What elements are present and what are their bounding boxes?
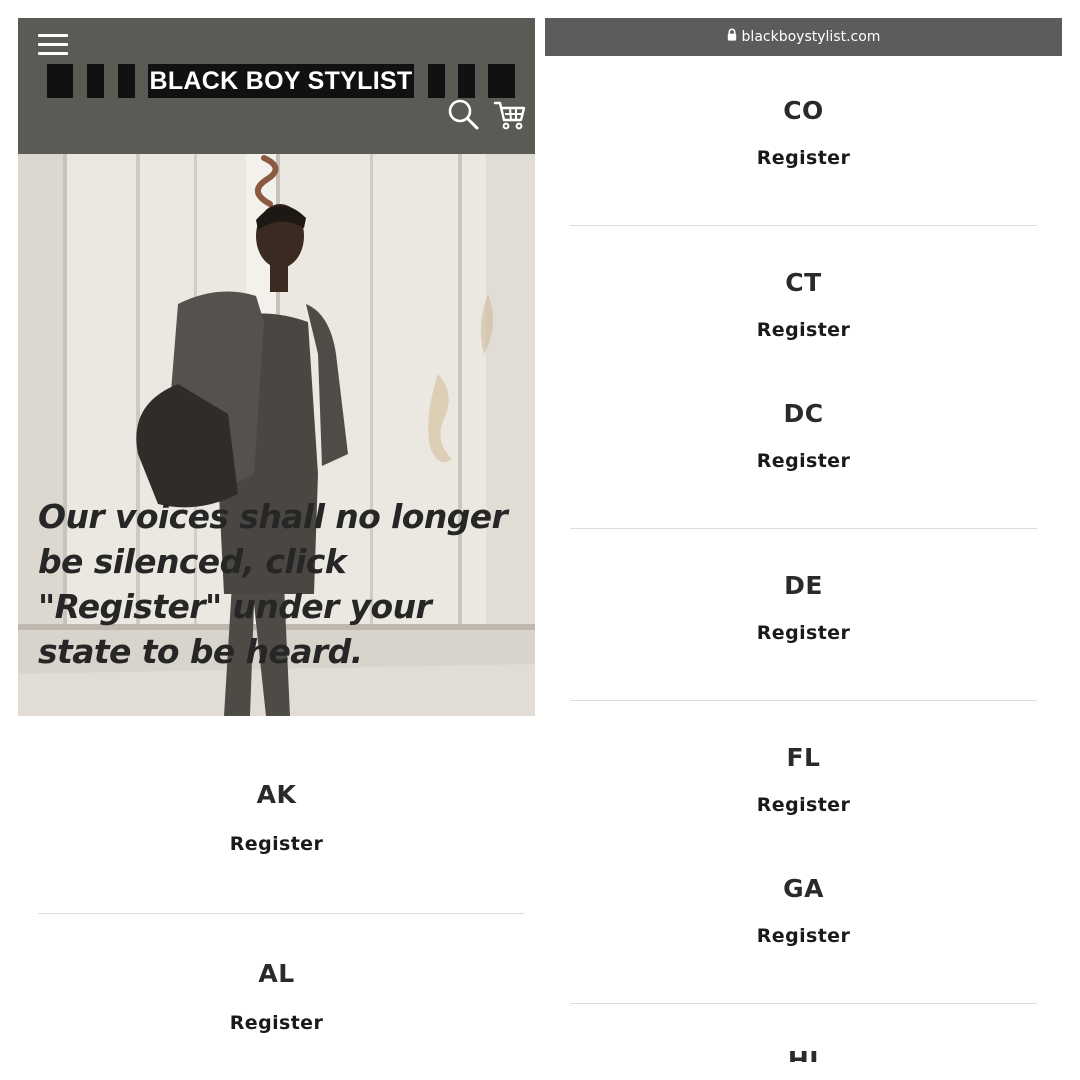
state-item-fl: FL Register	[545, 743, 1062, 816]
state-item-ct: CT Register	[545, 268, 1062, 341]
state-item-al: AL Register	[18, 959, 535, 1034]
register-link-ak[interactable]: Register	[230, 833, 323, 855]
divider	[38, 913, 524, 914]
state-item-co: CO Register	[545, 96, 1062, 169]
logo-stripe	[118, 64, 135, 98]
lock-icon	[727, 18, 737, 56]
logo-stripe	[87, 64, 104, 98]
divider	[570, 1003, 1037, 1004]
state-item-de: DE Register	[545, 571, 1062, 644]
site-logo[interactable]: BLACK BOY STYLIST	[47, 64, 515, 98]
divider	[570, 700, 1037, 701]
hero-message: Our voices shall no longer be silenced, …	[38, 497, 508, 671]
register-link-fl[interactable]: Register	[757, 794, 850, 816]
state-code: GA	[783, 874, 824, 903]
logo-stripe	[458, 64, 475, 98]
state-code: CO	[783, 96, 824, 125]
state-item-ga: GA Register	[545, 874, 1062, 947]
hero-banner: Our voices shall no longer be silenced, …	[18, 154, 535, 716]
url-text: blackboystylist.com	[741, 29, 881, 45]
register-link-al[interactable]: Register	[230, 1012, 323, 1034]
state-code: AK	[256, 780, 297, 809]
register-link-ga[interactable]: Register	[757, 925, 850, 947]
divider	[570, 225, 1037, 226]
logo-stripe	[488, 64, 515, 98]
state-code: DE	[784, 571, 823, 600]
cart-icon[interactable]	[493, 98, 527, 132]
hamburger-menu-icon[interactable]	[38, 32, 68, 58]
register-link-co[interactable]: Register	[757, 147, 850, 169]
register-link-ct[interactable]: Register	[757, 319, 850, 341]
state-code: CT	[785, 268, 822, 297]
search-icon[interactable]	[446, 98, 480, 132]
site-header: BLACK BOY STYLIST	[18, 18, 535, 154]
right-phone-screen: blackboystylist.com CO Register CT Regis…	[545, 18, 1062, 1062]
logo-text: BLACK BOY STYLIST	[148, 64, 414, 98]
state-item-hi: HI	[545, 1042, 1062, 1062]
state-item-dc: DC Register	[545, 399, 1062, 472]
register-link-de[interactable]: Register	[757, 622, 850, 644]
state-code: HI	[787, 1046, 820, 1062]
logo-stripe	[47, 64, 73, 98]
left-phone-screen: BLACK BOY STYLIST Our voices shall no lo…	[18, 18, 535, 1080]
divider	[570, 528, 1037, 529]
state-item-ak: AK Register	[18, 780, 535, 855]
state-code: DC	[783, 399, 824, 428]
state-code: FL	[786, 743, 821, 772]
register-link-dc[interactable]: Register	[757, 450, 850, 472]
logo-stripe	[428, 64, 445, 98]
state-code: AL	[258, 959, 295, 988]
browser-url-bar[interactable]: blackboystylist.com	[545, 18, 1062, 56]
